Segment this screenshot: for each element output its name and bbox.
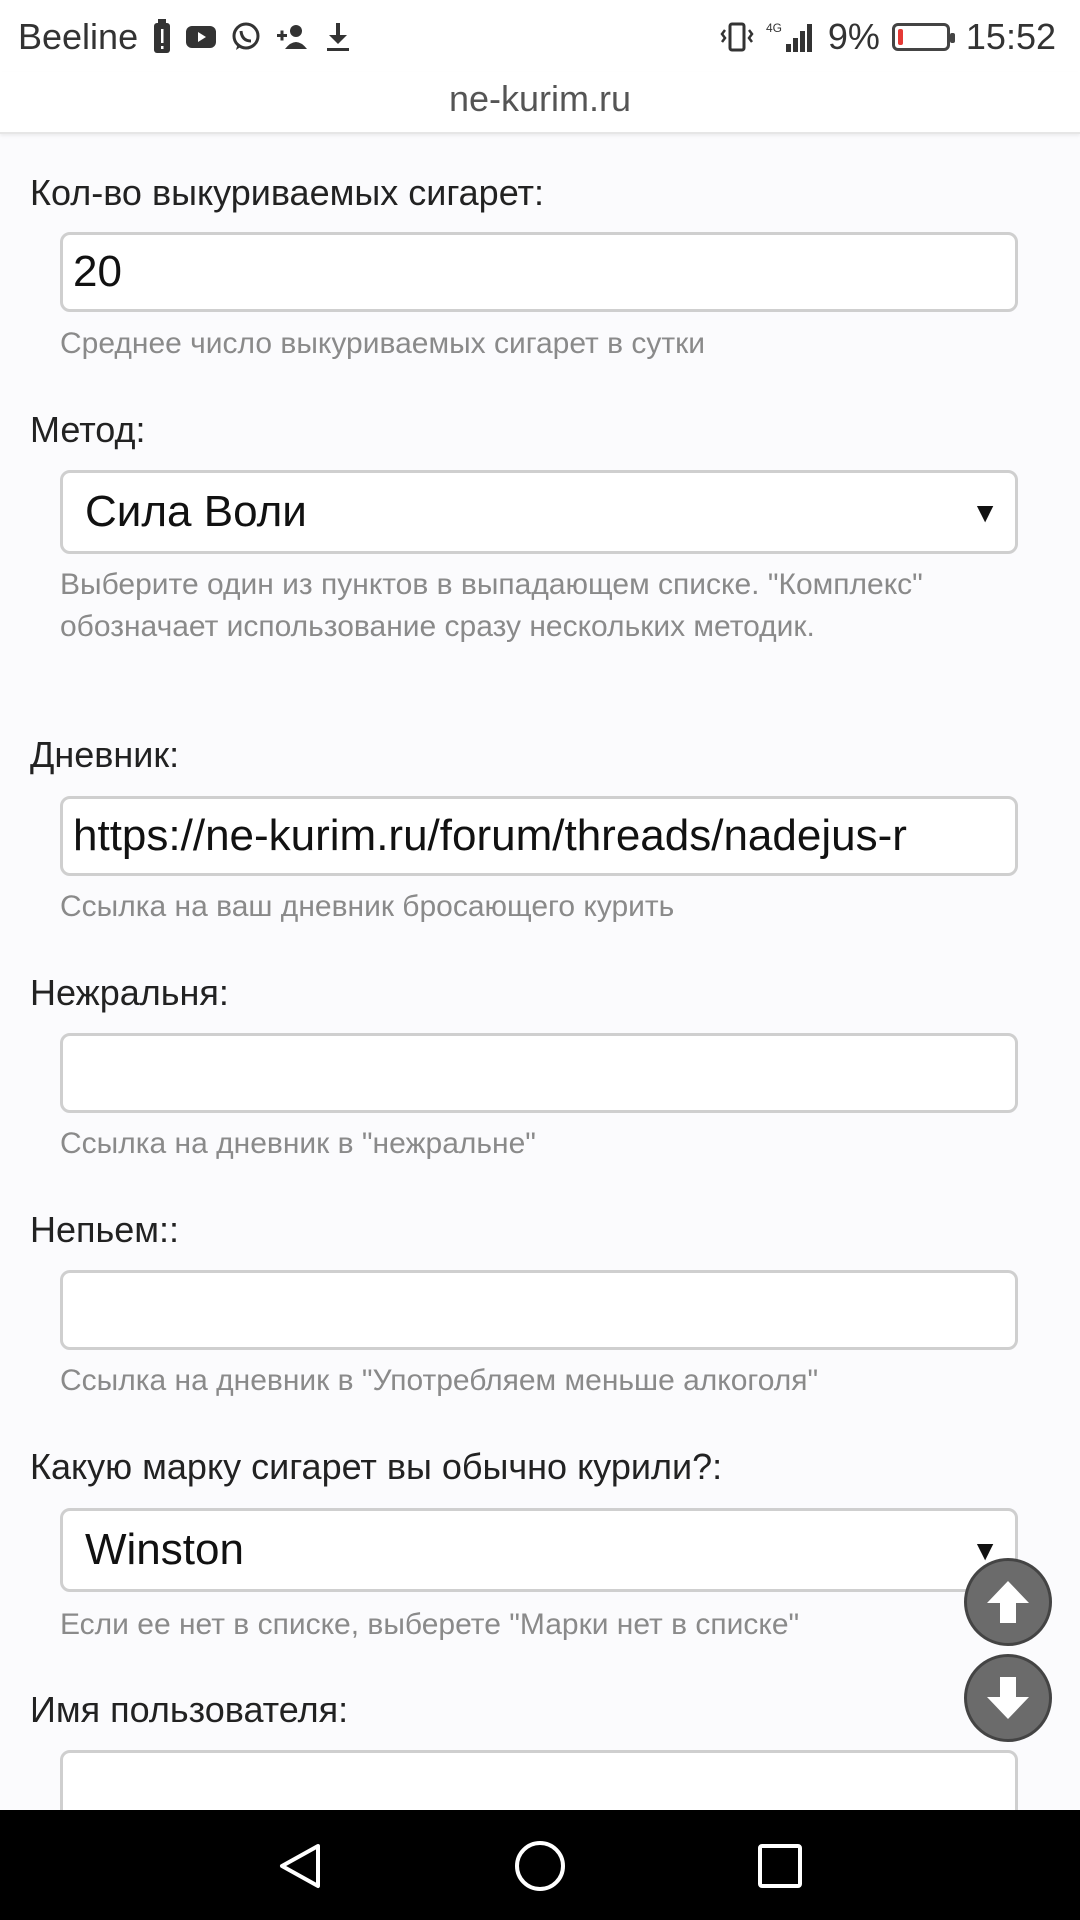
cigarettes-label: Кол-во выкуриваемых сигарет:: [30, 172, 545, 213]
brand-selected-value: Winston: [85, 1525, 244, 1574]
brand-select[interactable]: Winston ▼: [60, 1508, 1018, 1592]
diary-input[interactable]: https://ne-kurim.ru/forum/threads/nadeju…: [60, 796, 1018, 876]
back-triangle-icon: [280, 1844, 320, 1888]
nezhralnya-hint: Ссылка на дневник в "нежральне": [60, 1127, 536, 1160]
download-icon: [324, 21, 352, 53]
nepyem-input[interactable]: [60, 1270, 1018, 1350]
battery-icon: [891, 23, 955, 51]
username-label: Имя пользователя:: [30, 1689, 349, 1730]
battery-percent: 9%: [827, 16, 880, 57]
cigarettes-input[interactable]: 20: [60, 232, 1018, 312]
scroll-down-button[interactable]: [964, 1654, 1052, 1742]
method-selected-value: Сила Воли: [85, 487, 307, 536]
url-text[interactable]: ne-kurim.ru: [0, 78, 1080, 120]
system-nav-bar: [0, 1810, 1080, 1920]
nezhralnya-input[interactable]: [60, 1033, 1018, 1113]
method-label: Метод:: [30, 409, 146, 450]
nepyem-hint: Ссылка на дневник в "Употребляем меньше …: [60, 1364, 819, 1397]
status-right: 4G 9% 15:52: [720, 16, 1056, 58]
whatsapp-icon: [230, 21, 262, 53]
nepyem-label: Непьем::: [30, 1209, 180, 1250]
brand-hint: Если ее нет в списке, выберете "Марки не…: [60, 1608, 800, 1641]
vibrate-icon: [720, 21, 754, 53]
arrow-down-icon: [987, 1677, 1029, 1719]
clock: 15:52: [965, 16, 1056, 57]
network-type: 4G: [766, 21, 782, 35]
method-select[interactable]: Сила Воли ▼: [60, 470, 1018, 554]
back-button[interactable]: [272, 1838, 328, 1894]
recents-button[interactable]: [752, 1838, 808, 1894]
status-bar: Beeline 4G 9% 15:52: [0, 0, 1080, 72]
method-hint: Выберите один из пунктов в выпадающем сп…: [60, 568, 923, 643]
cigarettes-hint: Среднее число выкуриваемых сигарет в сут…: [60, 327, 706, 360]
recents-square-icon: [758, 1844, 802, 1888]
scroll-up-button[interactable]: [964, 1558, 1052, 1646]
dropdown-arrow-icon: ▼: [971, 497, 999, 528]
arrow-up-icon: [987, 1581, 1029, 1623]
carrier-name: Beeline: [18, 16, 139, 57]
browser-url-bar[interactable]: ne-kurim.ru: [0, 72, 1080, 134]
home-button[interactable]: [512, 1838, 568, 1894]
add-contact-icon: [276, 23, 310, 51]
battery-alert-icon: [152, 19, 172, 55]
username-input[interactable]: [60, 1750, 1018, 1810]
diary-label: Дневник:: [30, 734, 180, 775]
signal-icon: 4G: [766, 20, 816, 54]
profile-form: Кол-во выкуриваемых сигарет: 20 Среднее …: [0, 134, 1080, 1810]
brand-label: Какую марку сигарет вы обычно курили?:: [30, 1446, 723, 1487]
nezhralnya-label: Нежральня:: [30, 972, 229, 1013]
diary-hint: Ссылка на ваш дневник бросающего курить: [60, 890, 675, 923]
status-left: Beeline: [18, 16, 352, 58]
youtube-icon: [186, 25, 217, 49]
home-circle-icon: [515, 1841, 565, 1891]
